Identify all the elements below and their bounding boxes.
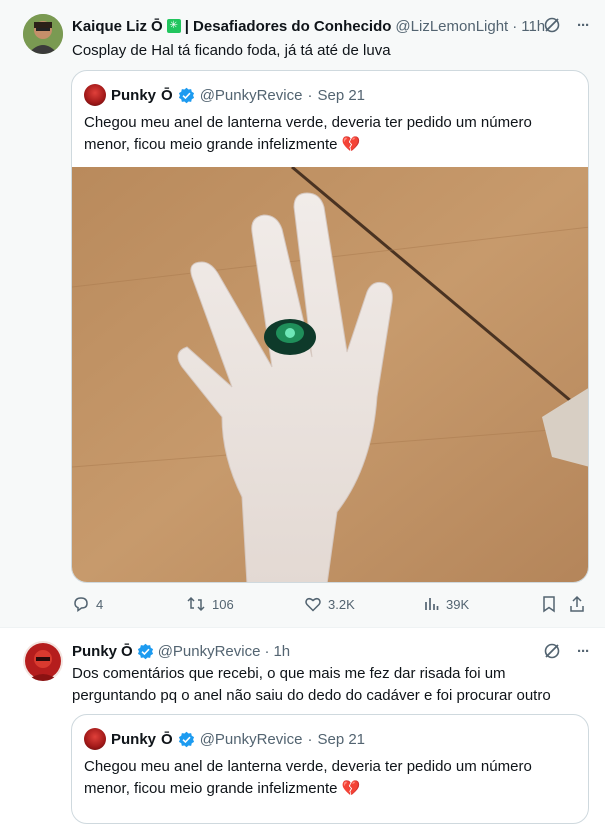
- bookmark-icon: [543, 596, 555, 613]
- tweet-header: Punky Ō @PunkyRevice · 1h: [72, 641, 290, 661]
- grok-icon[interactable]: [543, 16, 561, 34]
- author-name[interactable]: Punky: [72, 643, 117, 660]
- tweet-text-line-2: perguntando pq o anel não saiu do dedo d…: [72, 687, 551, 704]
- share-button[interactable]: [568, 595, 588, 613]
- tweet-2[interactable]: Punky Ō @PunkyRevice · 1h ··· Dos coment…: [0, 628, 605, 824]
- dot-separator: ·: [307, 86, 313, 104]
- tweet-1[interactable]: Kaique Liz Ō ✳ | Desafiadores do Conheci…: [0, 0, 605, 628]
- views-count: 39K: [446, 596, 470, 612]
- quoted-tweet[interactable]: Punky Ō @PunkyRevice · Sep 21 Chegou meu…: [71, 714, 589, 824]
- quoted-tweet[interactable]: Punky Ō @PunkyRevice · Sep 21 Chegou meu…: [71, 70, 589, 583]
- tweet-actions: 4 106 3.2K 39K: [72, 594, 592, 614]
- author-badge-text: Ō: [121, 642, 133, 660]
- like-count: 3.2K: [328, 596, 355, 612]
- quote-author-handle[interactable]: @PunkyRevice: [200, 731, 303, 748]
- timestamp[interactable]: 1h: [273, 643, 290, 660]
- quote-author-handle[interactable]: @PunkyRevice: [200, 87, 303, 104]
- quote-timestamp[interactable]: Sep 21: [317, 87, 365, 104]
- quote-author-name[interactable]: Punky: [111, 731, 156, 748]
- dot-separator: ·: [264, 642, 270, 660]
- quote-timestamp[interactable]: Sep 21: [317, 731, 365, 748]
- avatar-image: [23, 14, 63, 54]
- tweet-text-line-1: Dos comentários que recebi, o que mais m…: [72, 665, 506, 682]
- verified-icon: [178, 87, 194, 103]
- reply-count: 4: [96, 596, 104, 612]
- timestamp[interactable]: 11h: [521, 18, 545, 35]
- bookmark-button[interactable]: [540, 595, 568, 613]
- avatar[interactable]: [23, 14, 63, 54]
- tweet-header: Kaique Liz Ō ✳ | Desafiadores do Conheci…: [72, 16, 545, 36]
- author-name-suffix[interactable]: | Desafiadores do Conhecido: [185, 18, 392, 35]
- reply-button[interactable]: 4: [72, 595, 186, 613]
- quote-author-badge: Ō: [161, 86, 173, 104]
- quote-header: Punky Ō @PunkyRevice · Sep 21: [84, 84, 365, 106]
- sparkle-badge-icon: ✳: [166, 19, 181, 33]
- author-handle[interactable]: @LizLemonLight: [395, 18, 508, 35]
- author-handle[interactable]: @PunkyRevice: [158, 643, 261, 660]
- like-icon: [305, 597, 321, 612]
- repost-icon: [187, 596, 205, 612]
- verified-icon: [178, 731, 194, 747]
- quote-header: Punky Ō @PunkyRevice · Sep 21: [84, 728, 365, 750]
- more-icon[interactable]: ···: [577, 643, 590, 660]
- views-icon: [425, 598, 439, 610]
- dot-separator: ·: [512, 17, 518, 35]
- verified-icon: [137, 643, 153, 659]
- tweet-top-icons: ···: [543, 642, 590, 660]
- quote-photo[interactable]: [72, 167, 589, 583]
- more-icon[interactable]: ···: [577, 17, 590, 34]
- quote-text: Chegou meu anel de lanterna verde, dever…: [84, 114, 532, 153]
- reply-icon: [74, 597, 88, 612]
- author-badge-text: Ō: [151, 17, 163, 35]
- grok-icon[interactable]: [543, 642, 561, 660]
- tweet-text: Dos comentários que recebi, o que mais m…: [72, 663, 582, 707]
- views-button[interactable]: 39K: [422, 595, 540, 613]
- avatar[interactable]: [23, 641, 63, 681]
- repost-button[interactable]: 106: [186, 595, 304, 613]
- like-button[interactable]: 3.2K: [304, 595, 422, 613]
- share-icon: [570, 595, 584, 612]
- quote-author-badge: Ō: [161, 730, 173, 748]
- quote-avatar[interactable]: [84, 84, 106, 106]
- quote-avatar[interactable]: [84, 728, 106, 750]
- quote-author-name[interactable]: Punky: [111, 87, 156, 104]
- tweet-text: Cosplay de Hal tá ficando foda, já tá at…: [72, 42, 391, 59]
- avatar-image: [23, 641, 63, 681]
- repost-count: 106: [212, 596, 234, 612]
- dot-separator: ·: [307, 730, 313, 748]
- quote-text: Chegou meu anel de lanterna verde, dever…: [84, 758, 532, 797]
- author-name[interactable]: Kaique Liz: [72, 18, 147, 35]
- tweet-top-icons: ···: [543, 16, 590, 34]
